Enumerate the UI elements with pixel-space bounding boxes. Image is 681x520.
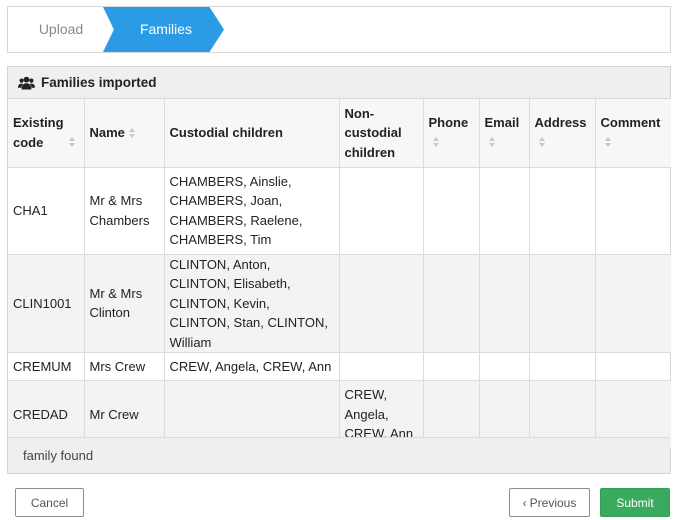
cell-phone [422, 166, 480, 255]
col-label: Existing code [13, 115, 64, 150]
col-label: Phone [428, 115, 469, 131]
sort-icon [432, 137, 440, 148]
cell-noncustodial [338, 253, 424, 353]
result-count-text: family found [23, 448, 94, 463]
users-icon [18, 76, 35, 90]
sort-icon [538, 137, 546, 148]
sort-icon [69, 137, 76, 148]
cell-email [478, 253, 530, 353]
submit-button[interactable]: Submit [600, 488, 670, 517]
previous-label: Previous [529, 495, 577, 510]
table-row: CHA1 Mr & Mrs Chambers CHAMBERS, Ainslie… [8, 166, 671, 255]
chevron-left-icon: ‹ [522, 495, 527, 510]
col-label: Non-custodial children [344, 105, 402, 160]
col-address[interactable]: Address [528, 99, 596, 168]
col-noncustodial-children: Non-custodial children [338, 99, 424, 168]
cancel-label: Cancel [30, 495, 69, 510]
previous-button[interactable]: ‹ Previous [509, 488, 590, 517]
cell-custodial: CREW, Angela, CREW, Ann [163, 352, 340, 381]
cell-address [528, 253, 596, 353]
cell-code: CREMUM [8, 352, 85, 381]
col-label: Custodial children [169, 125, 283, 140]
col-phone[interactable]: Phone [422, 99, 480, 168]
sort-icon [604, 137, 612, 148]
panel-title: Families imported [41, 75, 157, 90]
table-row: CLIN1001 Mr & Mrs Clinton CLINTON, Anton… [8, 253, 671, 353]
cell-noncustodial [338, 166, 424, 255]
cell-code: CLIN1001 [8, 253, 85, 353]
families-table: Existing code Name Custodial children No… [8, 99, 671, 449]
step-upload[interactable]: Upload [8, 7, 110, 52]
cell-phone [422, 352, 480, 381]
panel-header: Families imported [8, 67, 670, 99]
col-label: Comment [600, 115, 661, 131]
cell-email [478, 352, 530, 381]
cell-address [528, 166, 596, 255]
cancel-button[interactable]: Cancel [15, 488, 84, 517]
cell-custodial: CHAMBERS, Ainslie, CHAMBERS, Joan, CHAMB… [163, 166, 340, 255]
col-label: Email [484, 115, 520, 131]
cell-comment [594, 253, 671, 353]
col-email[interactable]: Email [478, 99, 530, 168]
cell-name: Mr & Mrs Chambers [83, 166, 165, 255]
wizard-stepper: Upload Families [7, 6, 671, 53]
col-label: Name [89, 125, 125, 140]
cell-custodial: CLINTON, Anton, CLINTON, Elisabeth, CLIN… [163, 253, 340, 353]
cell-phone [422, 253, 480, 353]
cell-name: Mrs Crew [83, 352, 165, 381]
cell-code: CHA1 [8, 166, 85, 255]
cell-email [478, 166, 530, 255]
cell-address [528, 352, 596, 381]
cell-noncustodial [338, 352, 424, 381]
sort-icon [128, 127, 136, 138]
families-panel: Families imported Existing code Name Cus… [7, 66, 671, 474]
step-families[interactable]: Families [103, 7, 224, 52]
col-label: Address [534, 115, 587, 131]
col-existing-code[interactable]: Existing code [8, 99, 85, 168]
submit-label: Submit [616, 495, 654, 510]
sort-icon [488, 137, 496, 148]
table-footer: family found [8, 437, 670, 473]
col-name[interactable]: Name [83, 99, 165, 168]
table-row: CREMUM Mrs Crew CREW, Angela, CREW, Ann [8, 352, 671, 381]
cell-comment [594, 166, 671, 255]
cell-comment [594, 352, 671, 381]
col-comment[interactable]: Comment [594, 99, 671, 168]
cell-name: Mr & Mrs Clinton [83, 253, 165, 353]
col-custodial-children: Custodial children [163, 99, 340, 168]
